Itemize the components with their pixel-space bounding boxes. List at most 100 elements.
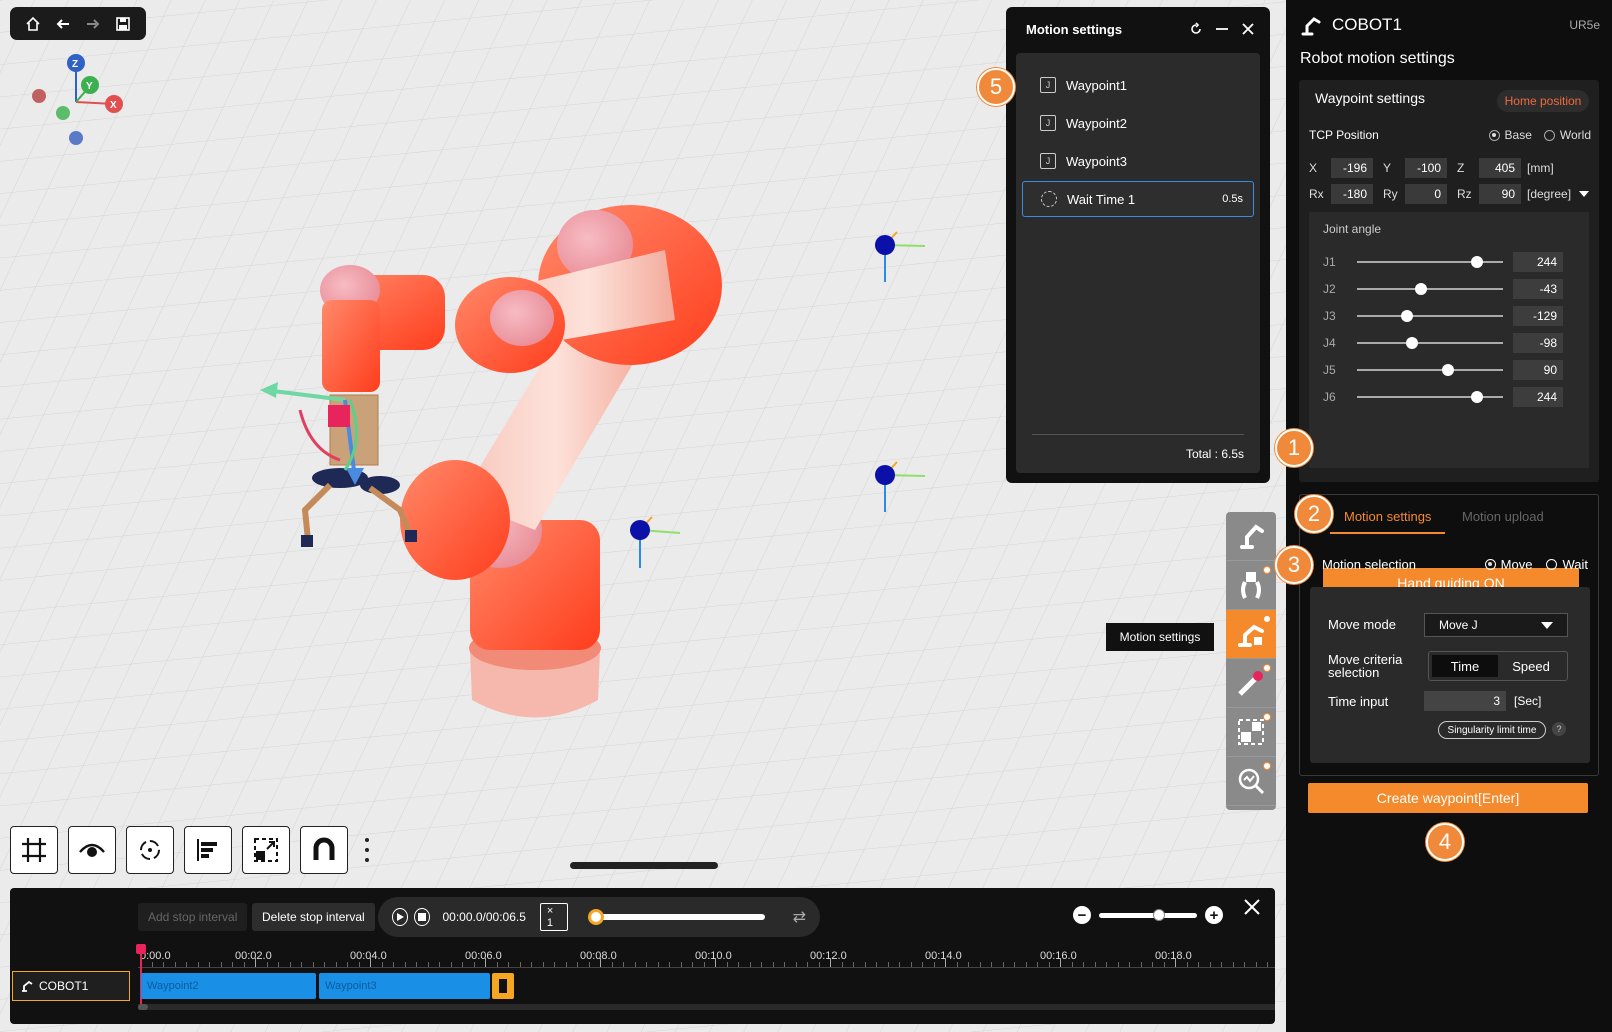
z-field[interactable]: 405 [1479,158,1521,178]
frame-world-radio[interactable]: World [1543,128,1591,142]
joint-value-field[interactable]: 244 [1513,252,1563,272]
robot-arm-icon [1301,17,1321,36]
ruler-tick [1117,962,1119,967]
zoom-out-icon[interactable]: − [1073,906,1091,924]
ruler-tick [1232,962,1234,967]
move-mode-select[interactable]: Move J [1424,613,1568,637]
delete-stop-interval-button[interactable]: Delete stop interval [252,903,375,931]
forward-arrow-icon[interactable] [82,13,104,35]
criteria-speed-option[interactable]: Speed [1498,655,1564,677]
timeline-segment[interactable]: Waypoint2 [141,973,316,999]
ruler-tick [473,962,475,967]
align-icon[interactable] [184,826,232,874]
loop-icon[interactable]: ⇄ [793,907,806,927]
wait-radio[interactable]: Wait [1546,557,1588,572]
slider-knob[interactable] [1400,310,1413,322]
slider-knob[interactable] [1441,364,1454,376]
slider-knob[interactable] [587,909,604,925]
x-field[interactable]: -196 [1331,158,1373,178]
add-stop-interval-button[interactable]: Add stop interval [138,903,248,931]
back-arrow-icon[interactable] [52,13,74,35]
ruler-tick [1094,962,1096,967]
slider-knob[interactable] [1415,283,1428,295]
slider-knob[interactable] [1470,256,1483,268]
playback-slider[interactable] [587,909,765,925]
magnet-icon[interactable] [300,826,348,874]
time-ruler[interactable]: 0:00.0 00:02.0 00:04.0 00:06.0 00:08.0 00:10.… [138,946,1275,968]
list-item[interactable]: J Waypoint1 [1022,67,1254,103]
slider-knob[interactable] [1406,337,1419,349]
wait-segment[interactable] [492,973,514,999]
grid-icon[interactable] [10,826,58,874]
ruler-tick [623,962,624,967]
resize-icon[interactable] [242,826,290,874]
rotate-icon[interactable] [126,826,174,874]
list-item[interactable]: J Waypoint2 [1022,105,1254,141]
joint-value-field[interactable]: 244 [1513,387,1563,407]
rx-field[interactable]: -180 [1331,184,1373,204]
joint-slider[interactable] [1357,337,1503,349]
tab-motion-settings[interactable]: Motion settings [1330,509,1446,534]
joint-value-field[interactable]: -43 [1513,279,1563,299]
zoom-slider[interactable] [1099,908,1197,921]
tab-motion-upload[interactable]: Motion upload [1462,509,1544,524]
help-icon[interactable]: ? [1552,722,1566,736]
eye-icon[interactable] [68,826,116,874]
ruler-tick [1198,962,1199,967]
ry-field[interactable]: 0 [1405,184,1447,204]
stop-icon[interactable] [414,908,431,926]
chevron-down-icon [1541,621,1553,629]
collision-tool[interactable] [1226,659,1276,708]
slider-knob[interactable] [1470,391,1483,403]
rz-field[interactable]: 90 [1479,184,1521,204]
timeline-segment[interactable]: Waypoint3 [319,973,490,999]
motion-settings-tool[interactable] [1226,610,1276,659]
joint-value-field[interactable]: -129 [1513,306,1563,326]
joint-slider[interactable] [1357,310,1503,322]
home-icon[interactable] [22,13,44,35]
home-position-button[interactable]: Home position [1497,90,1589,112]
joint-label: J5 [1323,363,1336,377]
svg-text:X: X [110,100,117,111]
list-item[interactable]: Wait Time 1 0.5s [1022,181,1254,217]
play-icon[interactable] [392,908,409,926]
joint-move-icon: J [1040,77,1056,93]
refresh-icon[interactable] [1188,21,1204,37]
criteria-time-option[interactable]: Time [1432,655,1498,677]
save-icon[interactable] [112,13,134,35]
joint-slider[interactable] [1357,283,1503,295]
list-item[interactable]: J Waypoint3 [1022,143,1254,179]
chevron-down-icon[interactable] [1579,191,1590,197]
joint-slider[interactable] [1357,256,1503,268]
time-input[interactable]: 3 [1424,691,1506,711]
zoom-in-icon[interactable]: + [1205,906,1223,924]
joint-slider[interactable] [1357,364,1503,376]
singularity-limit-button[interactable]: Singularity limit time [1438,721,1546,739]
close-icon[interactable] [1240,21,1256,37]
frame-base-radio[interactable]: Base [1488,128,1532,142]
ruler-tick [680,962,682,967]
more-icon[interactable] [362,835,372,865]
time-input-label: Time input [1328,694,1389,709]
joint-value-field[interactable]: -98 [1513,333,1563,353]
track-label[interactable]: COBOT1 [12,971,130,1001]
timeline-panel: Add stop interval Delete stop interval 0… [10,888,1275,1024]
close-icon[interactable] [1243,898,1263,918]
robot-arm-tool[interactable] [1226,512,1276,561]
joint-slider[interactable] [1357,391,1503,403]
analysis-tool[interactable] [1226,757,1276,806]
minimize-icon[interactable] [1214,21,1230,37]
joint-value-field[interactable]: 90 [1513,360,1563,380]
viewport-scroll-handle[interactable] [570,862,718,869]
timeline-scrollbar[interactable] [138,1004,1275,1010]
gripper-tool[interactable] [1226,561,1276,610]
ruler-tick [761,962,762,967]
y-field[interactable]: -100 [1405,158,1447,178]
move-radio[interactable]: Move [1484,557,1532,572]
playback-speed[interactable]: × 1 [539,903,568,931]
ruler-tick [956,962,958,967]
area-tool[interactable] [1226,708,1276,757]
joint-label: J6 [1323,390,1336,404]
create-waypoint-button[interactable]: Create waypoint[Enter] [1308,783,1588,813]
axis-gizmo[interactable]: Z Y X [28,52,138,152]
